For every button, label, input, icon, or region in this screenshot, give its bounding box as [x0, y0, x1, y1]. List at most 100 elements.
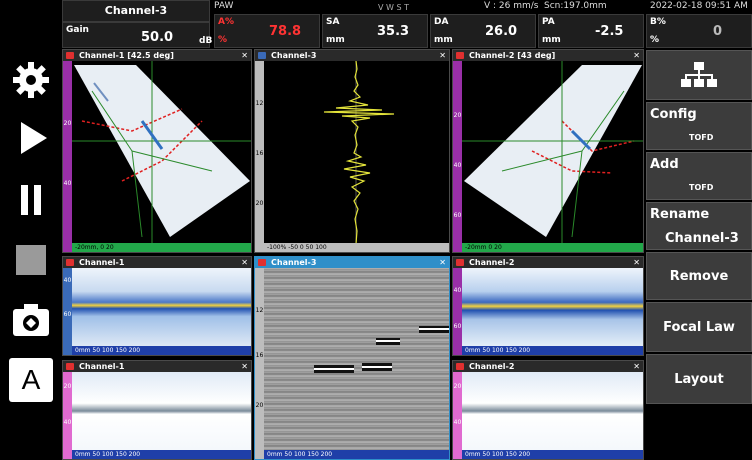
- dscan-channel-1[interactable]: Channel-1 ✕ 20 40 0mm 50 100 150 200: [62, 360, 252, 460]
- view-title: Channel-1 ✕: [63, 257, 251, 268]
- rename-button[interactable]: Rename Channel-3: [646, 202, 752, 250]
- play-icon[interactable]: [9, 116, 53, 160]
- cscan-channel-2[interactable]: Channel-2 ✕ 40 60 0mm 50 100 150 200: [452, 256, 644, 356]
- scan-scale: 0mm 50 100 150 200: [72, 346, 251, 355]
- channel-icon: [456, 259, 464, 266]
- tick-label: 20: [63, 383, 72, 390]
- layout-tree-button[interactable]: [646, 50, 752, 100]
- b-percent-label: B%: [650, 17, 666, 27]
- close-icon[interactable]: ✕: [241, 50, 248, 61]
- view-title: Channel-2 [43 deg] ✕: [453, 50, 643, 61]
- amplitude-scale: -100% -50 0 50 100: [264, 243, 449, 252]
- config-button[interactable]: Config TOFD: [646, 102, 752, 150]
- cscan-channel-1[interactable]: Channel-1 ✕ 40 60 0mm 50 100 150 200: [62, 256, 252, 356]
- layout-button[interactable]: Layout: [646, 354, 752, 404]
- left-toolbar: A: [0, 0, 62, 460]
- velocity-readout: V : 26 mm/s: [484, 1, 539, 11]
- a-percent-readout[interactable]: A% % 78.8: [214, 14, 320, 48]
- pa-value: -2.5: [595, 24, 624, 39]
- da-readout[interactable]: DA mm 26.0: [430, 14, 536, 48]
- layout-label: Layout: [674, 371, 724, 387]
- tick-label: 40: [453, 419, 462, 426]
- depth-scale: [453, 61, 462, 252]
- close-icon[interactable]: ✕: [633, 50, 640, 61]
- vwst-label: V W S T: [378, 3, 409, 12]
- channel-icon: [66, 363, 74, 370]
- channel-name: Channel-3: [104, 4, 168, 17]
- index-scale: [453, 268, 462, 355]
- ascan-channel-3[interactable]: Channel-3 ✕ 12 16 20 -100% -50 0 50 100: [254, 49, 450, 253]
- focal-law-button[interactable]: Focal Law: [646, 302, 752, 352]
- tick-label: 60: [63, 311, 72, 318]
- sa-readout[interactable]: SA mm 35.3: [322, 14, 428, 48]
- bscan-echoes: [314, 326, 449, 373]
- close-icon[interactable]: ✕: [633, 361, 640, 372]
- datetime: 2022-02-18 09:51 AM: [650, 1, 748, 11]
- gear-icon[interactable]: [9, 58, 53, 102]
- close-icon[interactable]: ✕: [633, 257, 640, 268]
- lateral-scale: -20mm 0 20: [462, 243, 643, 252]
- channel-selector[interactable]: Channel-3: [62, 0, 210, 22]
- tick-label: 20: [255, 200, 264, 207]
- a-icon[interactable]: A: [9, 358, 53, 402]
- tick-label: 16: [255, 352, 264, 359]
- tick-label: 20: [63, 120, 72, 127]
- sscan-channel-1[interactable]: Channel-1 [42.5 deg] ✕ 20 40 -20mm, 0 20: [62, 49, 252, 253]
- tick-label: 12: [255, 100, 264, 107]
- focal-law-label: Focal Law: [663, 319, 735, 335]
- view-title: Channel-1 [42.5 deg] ✕: [63, 50, 251, 61]
- channel-icon: [456, 363, 464, 370]
- pause-icon[interactable]: [9, 178, 53, 222]
- dscan-image: [72, 372, 251, 450]
- cscan-image: [72, 268, 251, 346]
- cscan-image: [462, 268, 643, 346]
- b-percent-readout[interactable]: B% % 0: [646, 14, 752, 48]
- lateral-scale: -20mm, 0 20: [72, 243, 251, 252]
- channel-icon: [66, 52, 74, 59]
- tick-label: 12: [255, 307, 264, 314]
- rename-sub: Channel-3: [665, 231, 739, 246]
- sa-unit: mm: [326, 35, 345, 45]
- rename-label: Rename: [650, 207, 710, 222]
- close-icon[interactable]: ✕: [241, 361, 248, 372]
- channel-icon: [258, 52, 266, 59]
- tick-label: 60: [453, 323, 462, 330]
- close-icon[interactable]: ✕: [241, 257, 248, 268]
- tick-label: 40: [63, 277, 72, 284]
- sscan-image: [462, 61, 643, 244]
- view-title: Channel-1 ✕: [63, 361, 251, 372]
- mode-label: PAW: [214, 1, 234, 11]
- tick-label: 20: [453, 383, 462, 390]
- dscan-channel-2[interactable]: Channel-2 ✕ 20 40 0mm 50 100 150 200: [452, 360, 644, 460]
- da-unit: mm: [434, 35, 453, 45]
- close-icon[interactable]: ✕: [439, 257, 446, 268]
- tick-label: 40: [63, 419, 72, 426]
- remove-button[interactable]: Remove: [646, 252, 752, 300]
- b-percent-value: 0: [713, 24, 723, 39]
- da-label: DA: [434, 17, 449, 27]
- config-label: Config: [650, 107, 697, 122]
- pa-readout[interactable]: PA mm -2.5: [538, 14, 644, 48]
- tick-label: 60: [453, 212, 462, 219]
- stop-icon[interactable]: [9, 238, 53, 282]
- hierarchy-icon: [681, 62, 717, 87]
- a-label: A: [21, 364, 41, 395]
- sa-label: SA: [326, 17, 340, 27]
- gain-unit: dB: [199, 36, 213, 46]
- close-icon[interactable]: ✕: [439, 50, 446, 61]
- view-title: Channel-2 ✕: [453, 257, 643, 268]
- add-sub: TOFD: [689, 183, 714, 192]
- camera-icon[interactable]: [9, 298, 53, 342]
- pa-label: PA: [542, 17, 555, 27]
- bscan-channel-3[interactable]: Channel-3 ✕ 12 16 20 0mm 50 100 150 200: [254, 256, 450, 460]
- tick-label: 20: [453, 112, 462, 119]
- add-button[interactable]: Add TOFD: [646, 152, 752, 200]
- a-percent-label: A%: [218, 17, 234, 27]
- sscan-channel-2[interactable]: Channel-2 [43 deg] ✕ 20 40 60 -20mm 0 20: [452, 49, 644, 253]
- remove-label: Remove: [669, 268, 729, 284]
- ascan-waveform: [323, 61, 395, 244]
- gain-readout[interactable]: Gain 50.0 dB: [62, 22, 213, 48]
- tick-label: 20: [255, 402, 264, 409]
- scan-scale: 0mm 50 100 150 200: [264, 450, 449, 459]
- scan-readout: Scn:197.0mm: [544, 1, 607, 11]
